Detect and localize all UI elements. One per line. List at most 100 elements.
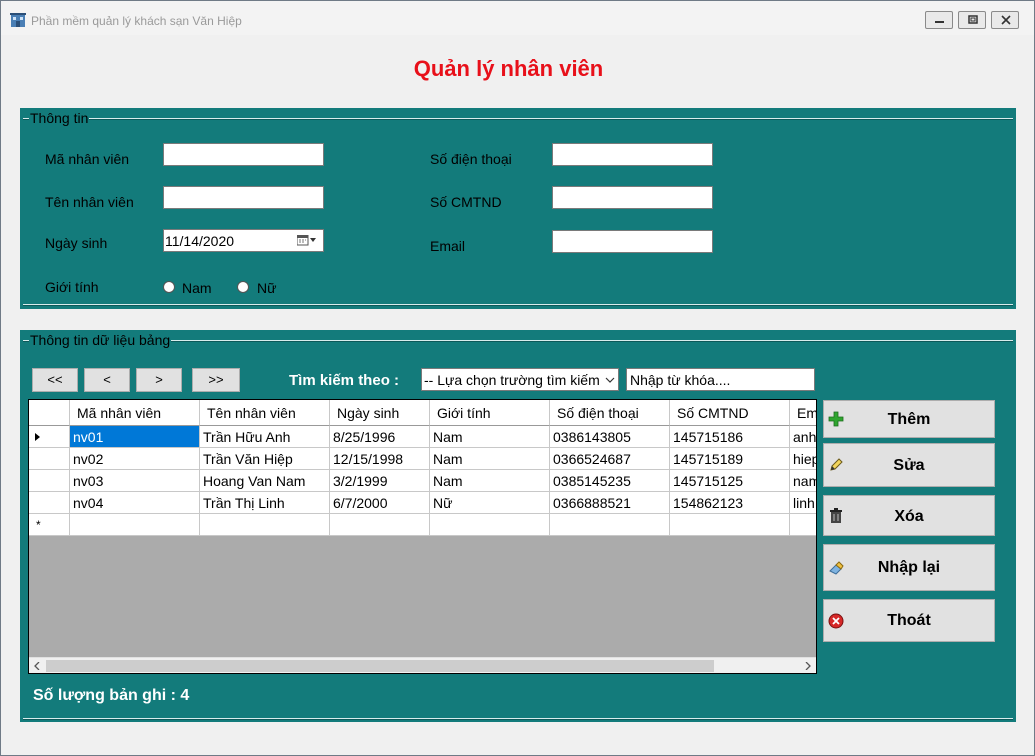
table-cell[interactable]: Nam — [430, 448, 550, 470]
column-header[interactable]: Số CMTND — [670, 400, 790, 426]
current-row-icon — [35, 433, 40, 441]
ngaysinh-datepicker[interactable]: 11/14/2020 — [163, 229, 324, 252]
table-cell[interactable]: 12/15/1998 — [330, 448, 430, 470]
add-button[interactable]: Thêm — [823, 400, 995, 438]
horizontal-scrollbar[interactable] — [29, 657, 816, 673]
restore-button[interactable] — [958, 11, 986, 29]
app-window: Phần mềm quản lý khách sạn Văn Hiệp Quản… — [0, 0, 1035, 756]
table-cell[interactable]: Trần Hữu Anh — [200, 426, 330, 448]
new-row-cell[interactable] — [200, 514, 330, 536]
table-cell[interactable]: 145715125 — [670, 470, 790, 492]
prev-record-button[interactable]: < — [84, 368, 130, 392]
title-bar: Phần mềm quản lý khách sạn Văn Hiệp — [1, 1, 1034, 35]
minimize-button[interactable] — [925, 11, 953, 29]
last-record-button[interactable]: >> — [192, 368, 240, 392]
new-row-cell[interactable] — [790, 514, 816, 536]
record-count: Số lượng bản ghi : 4 — [33, 687, 190, 704]
column-header[interactable]: Mã nhân viên — [70, 400, 200, 426]
app-icon — [10, 13, 26, 27]
first-record-button[interactable]: << — [32, 368, 78, 392]
row-header-corner — [29, 400, 70, 426]
keyword-input[interactable] — [626, 368, 815, 391]
window-title: Phần mềm quản lý khách sạn Văn Hiệp — [31, 14, 242, 28]
row-header[interactable] — [29, 448, 70, 470]
new-row-cell[interactable] — [70, 514, 200, 536]
scroll-right-icon[interactable] — [804, 662, 812, 670]
data-panel-bottom-rule — [23, 718, 1013, 720]
column-header[interactable]: Ngày sinh — [330, 400, 430, 426]
next-record-button[interactable]: > — [136, 368, 182, 392]
table-cell[interactable]: nv04 — [70, 492, 200, 514]
column-header[interactable]: Email — [790, 400, 816, 426]
table-cell[interactable]: nv02 — [70, 448, 200, 470]
edit-button[interactable]: Sửa — [823, 443, 995, 487]
nu-label: Nữ — [257, 280, 277, 296]
table-cell[interactable]: nam — [790, 470, 816, 492]
table-cell[interactable]: nv01 — [70, 426, 200, 448]
cmtnd-input[interactable] — [552, 186, 713, 209]
search-label: Tìm kiếm theo : — [289, 372, 400, 389]
table-cell[interactable]: 0366524687 — [550, 448, 670, 470]
table-cell[interactable]: linh — [790, 492, 816, 514]
table-cell[interactable]: Trần Thị Linh — [200, 492, 330, 514]
table-cell[interactable]: 8/25/1996 — [330, 426, 430, 448]
sdt-input[interactable] — [552, 143, 713, 166]
ten-label: Tên nhân viên — [45, 194, 134, 210]
ngaysinh-value: 11/14/2020 — [165, 233, 235, 249]
table-cell[interactable]: Trần Văn Hiệp — [200, 448, 330, 470]
calendar-dropdown-icon[interactable] — [297, 235, 317, 246]
scroll-left-icon[interactable] — [33, 662, 41, 670]
search-field-select[interactable]: -- Lựa chọn trường tìm kiếm — [421, 368, 619, 391]
cmtnd-label: Số CMTND — [430, 194, 502, 210]
close-button[interactable] — [991, 11, 1019, 29]
table-cell[interactable]: 145715189 — [670, 448, 790, 470]
info-legend: Thông tin — [29, 110, 90, 126]
new-row-cell[interactable] — [550, 514, 670, 536]
email-input[interactable] — [552, 230, 713, 253]
scrollbar-thumb[interactable] — [46, 660, 714, 672]
table-cell[interactable]: Nam — [430, 470, 550, 492]
column-header[interactable]: Giới tính — [430, 400, 550, 426]
table-cell[interactable]: hiep — [790, 448, 816, 470]
table-cell[interactable]: 154862123 — [670, 492, 790, 514]
table-cell[interactable]: Nam — [430, 426, 550, 448]
table-cell[interactable]: 0366888521 — [550, 492, 670, 514]
minimize-icon — [935, 21, 944, 23]
ma-input[interactable] — [163, 143, 324, 166]
delete-button[interactable]: Xóa — [823, 495, 995, 536]
close-icon — [1001, 15, 1011, 25]
new-row-header[interactable]: * — [29, 514, 70, 536]
table-cell[interactable]: nv03 — [70, 470, 200, 492]
employee-table[interactable]: Mã nhân viên Tên nhân viên Ngày sinh Giớ… — [28, 399, 817, 674]
nu-radio[interactable] — [237, 281, 249, 293]
table-cell[interactable]: 145715186 — [670, 426, 790, 448]
row-header[interactable] — [29, 470, 70, 492]
column-header[interactable]: Số điện thoại — [550, 400, 670, 426]
table-cell[interactable]: 6/7/2000 — [330, 492, 430, 514]
info-panel-bottom-rule — [23, 304, 1013, 306]
exit-button[interactable]: Thoát — [823, 599, 995, 642]
gioitinh-label: Giới tính — [45, 279, 99, 295]
ma-label: Mã nhân viên — [45, 151, 130, 167]
table-cell[interactable]: 3/2/1999 — [330, 470, 430, 492]
nam-radio[interactable] — [163, 281, 175, 293]
data-legend: Thông tin dữ liệu bảng — [29, 332, 172, 348]
column-header[interactable]: Tên nhân viên — [200, 400, 330, 426]
ten-input[interactable] — [163, 186, 324, 209]
reset-button[interactable]: Nhập lại — [823, 544, 995, 591]
new-row-cell[interactable] — [670, 514, 790, 536]
table-cell[interactable]: anh — [790, 426, 816, 448]
table-cell[interactable]: Hoang Van Nam — [200, 470, 330, 492]
delete-button-label: Xóa — [894, 508, 924, 525]
new-row-cell[interactable] — [330, 514, 430, 536]
table-cell[interactable]: Nữ — [430, 492, 550, 514]
new-row-cell[interactable] — [430, 514, 550, 536]
table-cell[interactable]: 0385145235 — [550, 470, 670, 492]
table-cell[interactable]: 0386143805 — [550, 426, 670, 448]
search-field-selected: -- Lựa chọn trường tìm kiếm — [424, 372, 600, 388]
exit-button-label: Thoát — [887, 612, 931, 629]
data-panel-top-rule — [23, 340, 1013, 342]
row-header[interactable] — [29, 426, 70, 448]
row-header[interactable] — [29, 492, 70, 514]
page-title: Quản lý nhân viên — [413, 56, 604, 81]
